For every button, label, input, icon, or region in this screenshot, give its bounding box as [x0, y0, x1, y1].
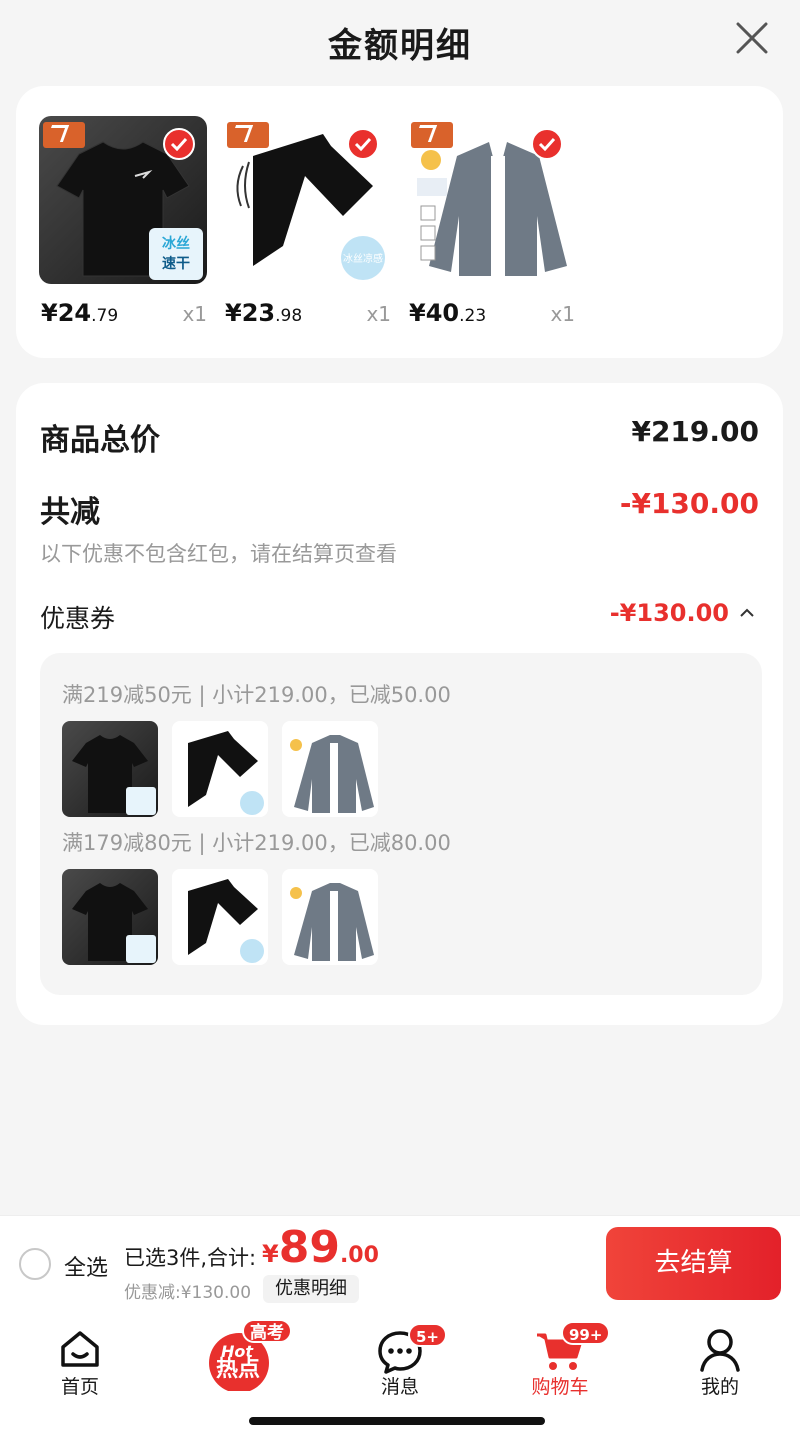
- coupon-product-thumb[interactable]: [282, 721, 378, 817]
- home-icon: [61, 1331, 99, 1367]
- header: 金额明细: [0, 0, 800, 76]
- total-amount: ¥89.00: [262, 1222, 379, 1273]
- brand-logo: [43, 122, 85, 148]
- price-summary-card: 商品总价 ¥219.00 共减 -¥130.00 以下优惠不包含红包，请在结算页…: [16, 383, 783, 1025]
- home-indicator: [249, 1417, 545, 1425]
- hot-topic-badge: 高考: [242, 1319, 292, 1343]
- coupon-product-thumb[interactable]: [62, 869, 158, 965]
- coupon-group-title: 满219减50元 | 小计219.00，已减50.00: [62, 683, 451, 707]
- product-quantity: x1: [182, 302, 207, 326]
- discount-detail-button[interactable]: 优惠明细: [263, 1275, 359, 1303]
- close-icon[interactable]: [734, 20, 770, 56]
- coupon-product-thumb[interactable]: [282, 869, 378, 965]
- product-item[interactable]: 冰丝凉感 ¥23.98 x1: [223, 116, 391, 327]
- tab-profile[interactable]: 我的: [665, 1321, 775, 1401]
- tab-label: 我的: [700, 1376, 739, 1398]
- checkout-button[interactable]: 去结算: [606, 1227, 781, 1300]
- product-price: ¥24.79: [41, 299, 119, 327]
- svg-text:冰丝凉感: 冰丝凉感: [343, 252, 383, 265]
- coupon-value: -¥130.00: [609, 599, 729, 627]
- chevron-up-icon[interactable]: [739, 607, 755, 619]
- svg-text:冰丝: 冰丝: [162, 235, 190, 252]
- tab-messages[interactable]: 5+ 消息: [345, 1321, 455, 1401]
- coupon-product-thumb[interactable]: [172, 721, 268, 817]
- product-item[interactable]: ¥40.23 x1: [407, 116, 575, 327]
- product-image[interactable]: 冰丝凉感: [223, 116, 391, 284]
- coupon-group-title: 满179减80元 | 小计219.00，已减80.00: [62, 831, 451, 855]
- reduce-row: 共减 -¥130.00: [40, 487, 759, 531]
- message-badge: 5+: [408, 1323, 448, 1347]
- selected-count-text: 已选3件,合计:: [124, 1246, 257, 1270]
- tab-label: 消息: [380, 1376, 419, 1398]
- product-price: ¥23.98: [225, 299, 303, 327]
- product-quantity: x1: [366, 302, 391, 326]
- product-image[interactable]: 冰丝 速干: [39, 116, 207, 284]
- total-price-row: 商品总价 ¥219.00: [40, 415, 759, 459]
- checked-icon[interactable]: [531, 128, 563, 160]
- hot-topic-text: 热点: [216, 1357, 261, 1382]
- tab-cart[interactable]: 99+ 购物车: [505, 1321, 615, 1401]
- page-title: 金额明细: [328, 26, 472, 66]
- cart-badge: 99+: [561, 1321, 611, 1345]
- coupon-product-thumb[interactable]: [62, 721, 158, 817]
- tab-hot[interactable]: Hot 热点 高考: [184, 1319, 294, 1401]
- product-image[interactable]: [407, 116, 575, 284]
- discount-note: 以下优惠不包含红包，请在结算页查看: [40, 542, 397, 566]
- product-quantity: x1: [550, 302, 575, 326]
- product-price: ¥40.23: [409, 299, 487, 327]
- checked-icon[interactable]: [347, 128, 379, 160]
- checked-icon[interactable]: [163, 128, 195, 160]
- coupon-row[interactable]: 优惠券 -¥130.00: [40, 599, 759, 635]
- select-all-radio[interactable]: [19, 1248, 51, 1280]
- reduce-value: -¥130.00: [619, 487, 759, 520]
- coupon-details-box: 满219减50元 | 小计219.00，已减50.00 满179减80元 | 小…: [40, 653, 762, 995]
- tab-home[interactable]: 首页: [25, 1321, 135, 1401]
- coupon-product-thumb[interactable]: [172, 869, 268, 965]
- brand-logo: [227, 122, 269, 148]
- discount-amount-text: 优惠减:¥130.00: [124, 1283, 252, 1303]
- product-item[interactable]: 冰丝 速干 ¥24.79 x1: [39, 116, 207, 327]
- checkout-bar: 全选 已选3件,合计: ¥89.00 优惠减:¥130.00 优惠明细 去结算: [0, 1215, 800, 1313]
- select-all-label[interactable]: 全选: [64, 1250, 108, 1282]
- svg-text:速干: 速干: [162, 255, 190, 272]
- tab-label: 购物车: [531, 1376, 589, 1398]
- user-icon: [700, 1329, 740, 1372]
- selected-products-card: 冰丝 速干 ¥24.79 x1 冰丝凉感 ¥23.98 x1 ¥40.23 x1: [16, 86, 783, 358]
- tab-label: 首页: [60, 1376, 99, 1398]
- brand-logo: [411, 122, 453, 148]
- total-price-value: ¥219.00: [631, 415, 759, 448]
